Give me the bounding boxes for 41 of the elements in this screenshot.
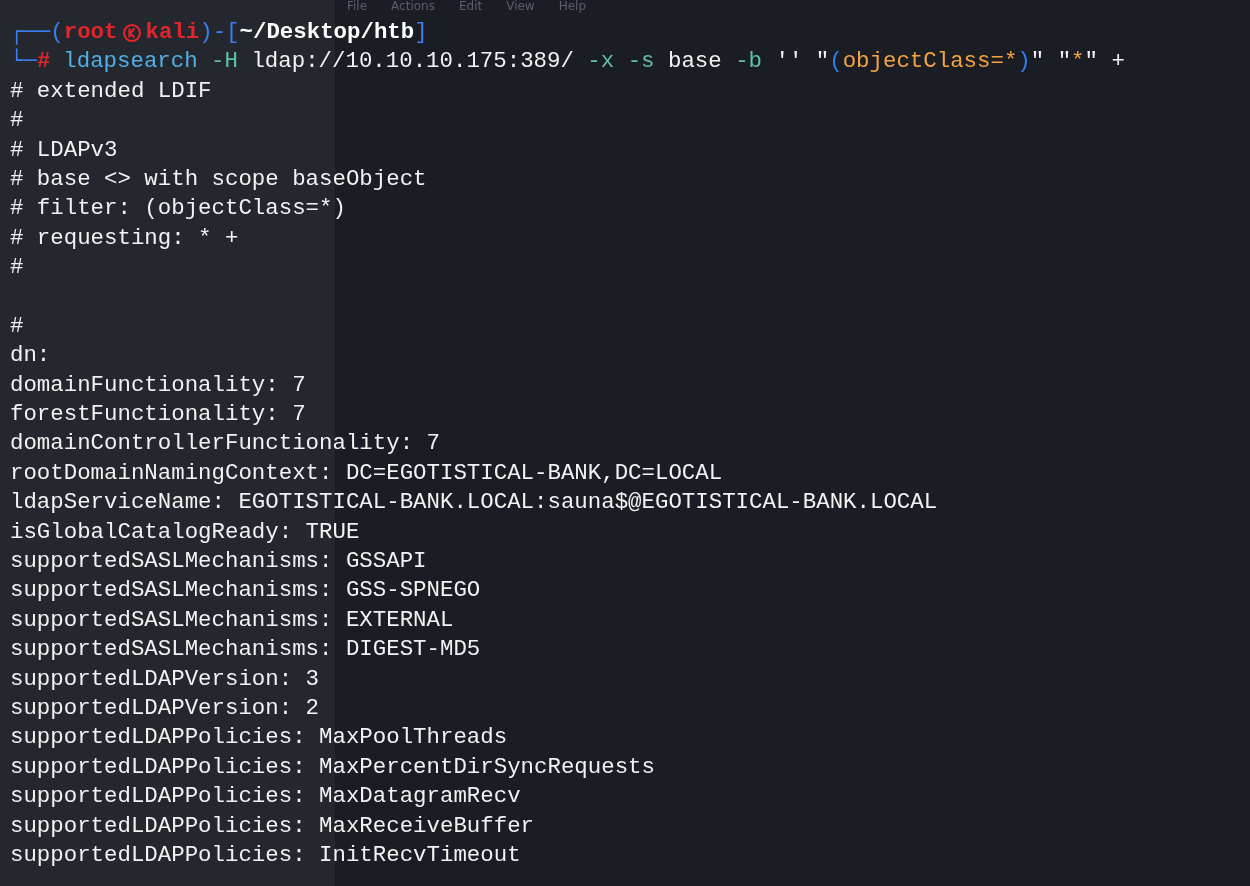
host-name: kali <box>145 18 200 47</box>
output-line: # LDAPv3 <box>10 136 118 163</box>
menu-item[interactable]: Actions <box>391 0 435 12</box>
output-line: isGlobalCatalogReady: TRUE <box>10 518 360 545</box>
output-line: ldapServiceName: EGOTISTICAL-BANK.LOCAL:sauna$@EGOTISTICAL-BANK.LOCAL <box>10 489 938 516</box>
menu-item[interactable]: Help <box>558 0 587 12</box>
output-line: # extended LDIF <box>10 77 212 104</box>
output-line: dn: <box>10 342 51 369</box>
output-line: supportedLDAPPolicies: MaxDatagramRecv <box>10 783 521 810</box>
output-line: supportedSASLMechanisms: DIGEST-MD5 <box>10 636 481 663</box>
output-line: # base <> with scope baseObject <box>10 165 427 192</box>
output-line: supportedLDAPVersion: 3 <box>10 665 320 692</box>
output-line: supportedLDAPPolicies: InitRecvTimeout <box>10 841 521 868</box>
prompt-frame: └─ <box>10 47 37 77</box>
prompt-frame: ┌──( <box>10 18 64 48</box>
output-line: supportedLDAPPolicies: MaxReceiveBuffer <box>10 812 535 839</box>
output-line: supportedSASLMechanisms: GSSAPI <box>10 548 427 575</box>
prompt-symbol: # <box>36 47 51 77</box>
output-line: # <box>10 312 24 339</box>
prompt-frame: )-[ <box>199 18 240 48</box>
output-line: # requesting: * + <box>10 224 239 251</box>
output-line: supportedLDAPPolicies: MaxPoolThreads <box>10 724 508 751</box>
prompt-frame: ] <box>414 18 428 48</box>
output-line: supportedLDAPPolicies: MaxPercentDirSyncRequests <box>10 753 655 780</box>
output-line: supportedLDAPVersion: 2 <box>10 695 320 721</box>
output-line: supportedSASLMechanisms: EXTERNAL <box>10 606 454 633</box>
output-line: rootDomainNamingContext: DC=EGOTISTICAL-BANK,DC=LOCAL <box>10 459 723 486</box>
output-line: supportedSASLMechanisms: GSS-SPNEGO <box>10 577 481 604</box>
output-line: # <box>10 254 24 281</box>
output-line: # <box>10 107 24 134</box>
output-line: domainFunctionality: 7 <box>10 371 306 398</box>
output-line: domainControllerFunctionality: 7 <box>10 430 440 457</box>
output-line: forestFunctionality: 7 <box>10 401 306 428</box>
user-name: root <box>63 18 118 47</box>
circled-letter-icon <box>121 22 142 43</box>
command-text: ldapsearch -H ldap://10.10.10.175:389/ -x -s base -b '' "(objectClass=*)" "*" + <box>63 47 1125 77</box>
menu-item[interactable]: Edit <box>458 0 483 12</box>
prompt-path: ~/Desktop/htb <box>239 18 415 47</box>
output-line: # filter: (objectClass=*) <box>10 195 346 222</box>
menu-item[interactable]: View <box>506 0 535 12</box>
menu-item[interactable]: File <box>347 0 368 12</box>
